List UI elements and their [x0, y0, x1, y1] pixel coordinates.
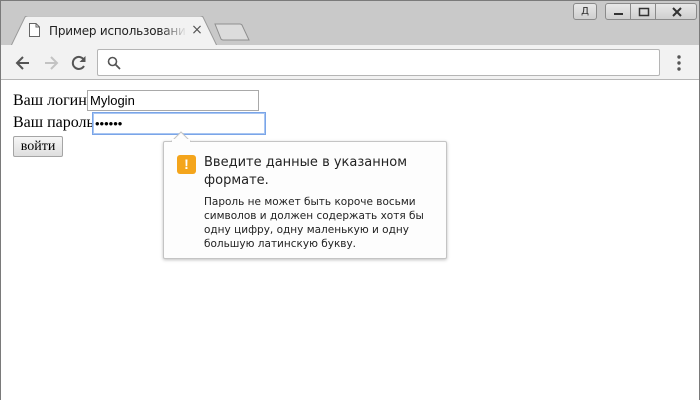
maximize-icon — [638, 7, 650, 17]
new-tab-button[interactable] — [214, 23, 250, 41]
profile-button[interactable]: Д — [573, 3, 597, 20]
reload-icon[interactable] — [69, 53, 89, 73]
page-content: Ваш логин Ваш пароль войти ! Введите дан… — [1, 81, 699, 400]
tab-title-fade — [161, 21, 187, 41]
search-icon — [107, 56, 121, 70]
validation-tooltip: ! Введите данные в указанном формате. Па… — [163, 141, 447, 259]
browser-toolbar — [1, 45, 699, 80]
minimize-icon — [614, 13, 623, 15]
validation-title: Введите данные в указанном формате. — [204, 155, 408, 188]
warning-icon: ! — [177, 155, 196, 174]
tooltip-arrow-joint — [172, 139, 190, 143]
tab-close-icon[interactable]: × — [190, 23, 204, 37]
password-label: Ваш пароль — [13, 114, 94, 131]
close-window-button[interactable] — [655, 3, 697, 20]
arrow-left-icon[interactable] — [13, 53, 33, 73]
login-input[interactable] — [87, 90, 259, 111]
minimize-button[interactable] — [605, 3, 631, 20]
validation-message: Пароль не может быть короче восьми симво… — [204, 196, 424, 250]
kebab-menu-icon[interactable] — [669, 53, 689, 73]
browser-window: Пример использования атрибута pattern × … — [0, 0, 700, 400]
tab-strip: Пример использования атрибута pattern × … — [1, 1, 699, 46]
login-label: Ваш логин — [13, 92, 87, 109]
close-icon — [672, 7, 682, 17]
address-bar[interactable] — [97, 49, 660, 76]
page-icon — [29, 23, 40, 37]
submit-button[interactable]: войти — [13, 136, 63, 157]
maximize-button[interactable] — [630, 3, 656, 20]
arrow-right-icon[interactable] — [41, 53, 61, 73]
address-input[interactable] — [128, 53, 648, 73]
